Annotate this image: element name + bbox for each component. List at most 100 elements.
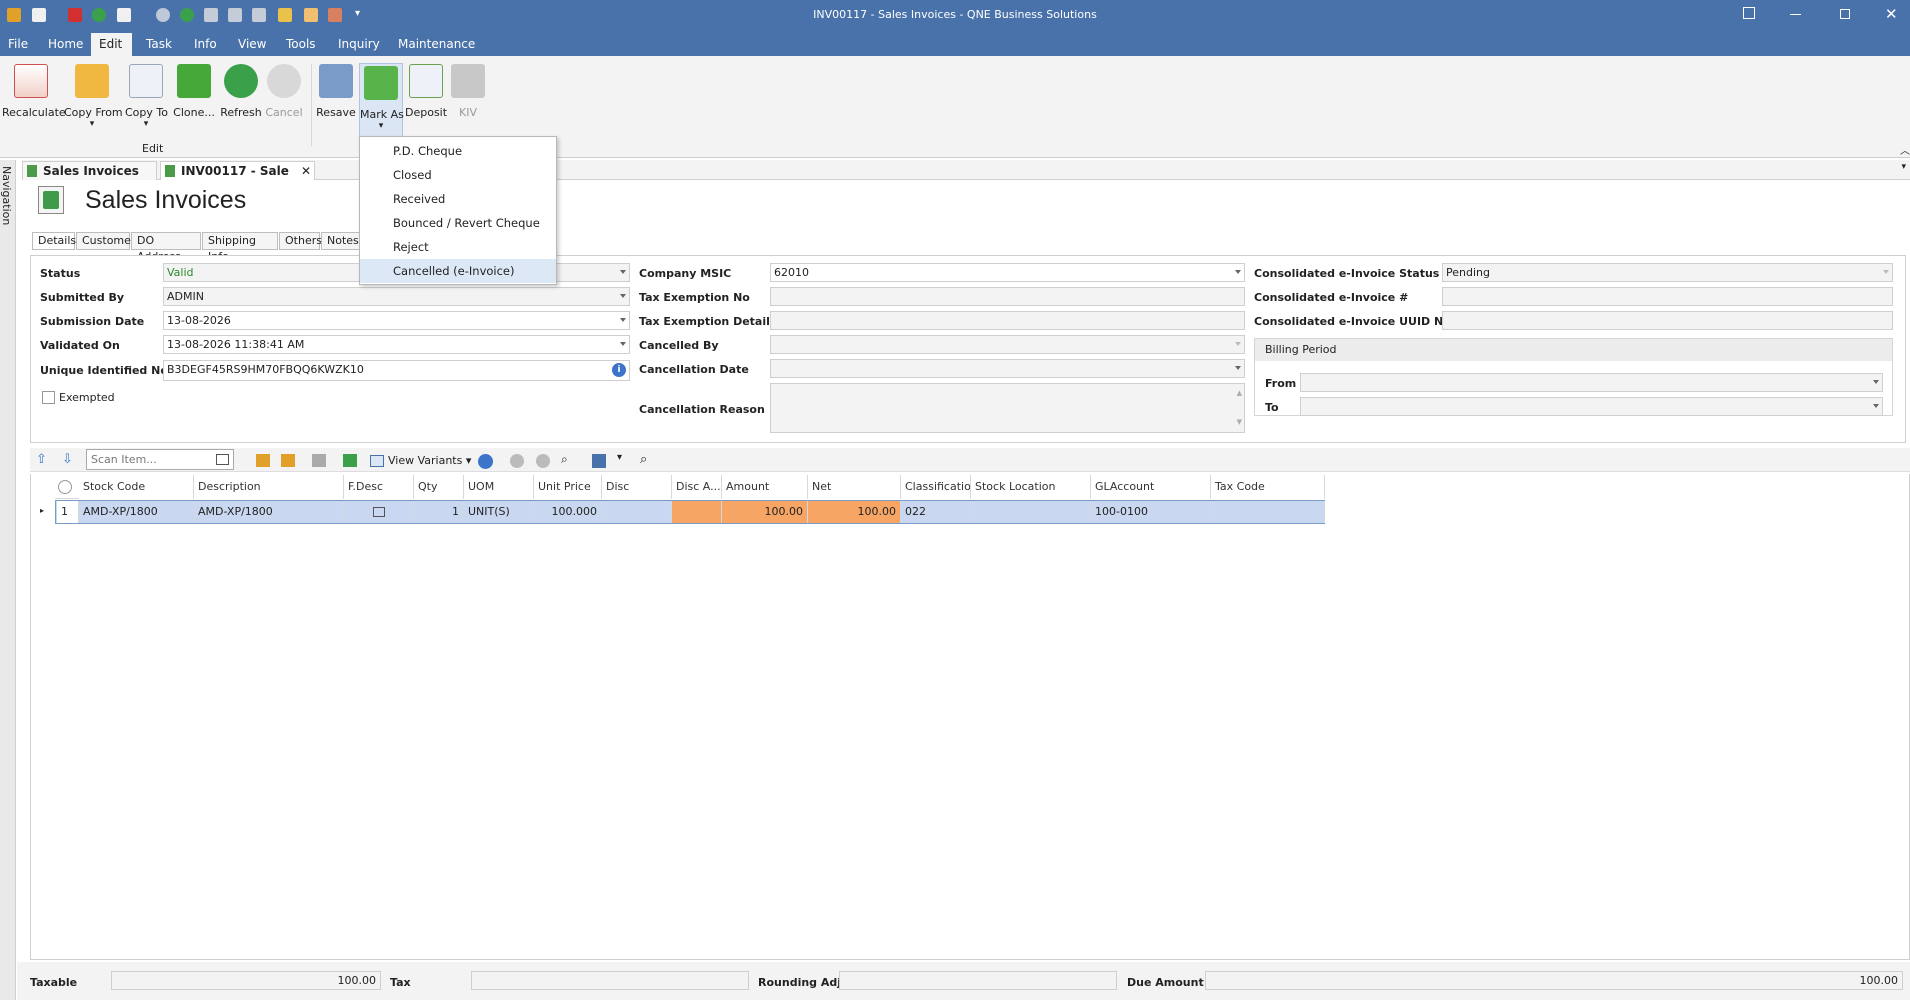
recalculate-button[interactable]: Recalculate xyxy=(2,64,66,144)
tab-inv00117[interactable]: INV00117 - Sale ✕ xyxy=(160,161,315,180)
col-disc-amt[interactable]: Disc A... xyxy=(672,475,722,499)
tax-exemption-no-field[interactable] xyxy=(770,287,1245,306)
cell-disc[interactable] xyxy=(602,501,672,523)
exempted-checkbox[interactable] xyxy=(42,391,55,404)
col-disc[interactable]: Disc xyxy=(602,475,672,499)
col-stock-code[interactable]: Stock Code xyxy=(79,475,194,499)
clone-button[interactable]: Clone... xyxy=(173,64,215,144)
tab-list-icon[interactable]: ▾ xyxy=(1901,162,1906,172)
cancellation-reason-field[interactable]: ▲ ▼ xyxy=(770,383,1245,433)
tab-others[interactable]: Others xyxy=(279,232,322,250)
menu-item-closed[interactable]: Closed xyxy=(360,163,556,187)
copy-row-icon[interactable] xyxy=(312,454,326,467)
tax-exemption-details-field[interactable] xyxy=(770,311,1245,330)
tab-sales-invoices[interactable]: Sales Invoices xyxy=(22,161,157,180)
row-select-all-icon[interactable] xyxy=(58,480,72,494)
navigation-pane[interactable]: Navigation xyxy=(0,160,16,1000)
col-qty[interactable]: Qty xyxy=(414,475,464,499)
menu-info[interactable]: Info xyxy=(186,33,225,56)
close-icon[interactable]: ✕ xyxy=(1885,5,1898,23)
col-uom[interactable]: UOM xyxy=(464,475,534,499)
scroll-up-icon[interactable]: ▲ xyxy=(1237,385,1242,402)
tab-details[interactable]: Details xyxy=(32,232,76,250)
consolidated-uuid-field xyxy=(1442,311,1893,330)
scan-item-input[interactable]: Scan Item... xyxy=(86,449,234,470)
prev-icon[interactable] xyxy=(510,454,524,468)
find-icon[interactable]: ⌕ xyxy=(561,452,568,467)
view-variants-button[interactable]: View Variants ▾ xyxy=(370,452,471,470)
menu-item-cancelled-einvoice[interactable]: Cancelled (e-Invoice) xyxy=(360,259,556,283)
minimize-icon[interactable] xyxy=(1790,14,1801,15)
close-tab-icon[interactable]: ✕ xyxy=(301,162,311,181)
resave-button[interactable]: Resave xyxy=(316,64,356,144)
cell-gl-account[interactable]: 100-0100 xyxy=(1091,501,1211,523)
next-icon[interactable] xyxy=(536,454,550,468)
save-layout-icon[interactable] xyxy=(592,454,606,468)
move-up-icon[interactable]: ⇧ xyxy=(36,452,47,467)
refresh-button[interactable]: Refresh xyxy=(220,64,262,144)
menu-file[interactable]: File xyxy=(0,33,36,56)
tab-notes[interactable]: Notes xyxy=(321,232,361,250)
copy-to-button[interactable]: Copy To ▾ xyxy=(125,64,168,144)
cell-stock-location[interactable] xyxy=(971,501,1091,523)
copy-from-button[interactable]: Copy From ▾ xyxy=(64,64,123,144)
menu-view[interactable]: View xyxy=(230,33,274,56)
scroll-down-icon[interactable]: ▼ xyxy=(1237,414,1242,431)
billing-from-field[interactable] xyxy=(1300,373,1883,392)
col-f-desc[interactable]: F.Desc xyxy=(344,475,414,499)
status-label: Status xyxy=(40,267,81,280)
cell-description[interactable]: AMD-XP/1800 xyxy=(194,501,344,523)
deposit-button[interactable]: Deposit xyxy=(405,64,447,144)
cell-f-desc[interactable] xyxy=(344,501,414,523)
tab-do-address[interactable]: DO Address xyxy=(131,232,201,263)
tab-shipping-info[interactable]: Shipping Info xyxy=(202,232,278,263)
cell-unit-price[interactable]: 100.000 xyxy=(534,501,602,523)
menu-item-pd-cheque[interactable]: P.D. Cheque xyxy=(360,139,556,163)
cell-stock-code[interactable]: AMD-XP/1800 xyxy=(79,501,194,523)
menu-item-reject[interactable]: Reject xyxy=(360,235,556,259)
col-amount[interactable]: Amount xyxy=(722,475,808,499)
cell-tax-code[interactable] xyxy=(1211,501,1325,523)
company-msic-field[interactable]: 62010 xyxy=(770,263,1245,282)
col-unit-price[interactable]: Unit Price xyxy=(534,475,602,499)
cell-amount[interactable]: 100.00 xyxy=(722,501,808,523)
col-tax-code[interactable]: Tax Code xyxy=(1211,475,1325,499)
col-classification[interactable]: Classification xyxy=(901,475,971,499)
menu-tools[interactable]: Tools xyxy=(278,33,324,56)
col-description[interactable]: Description xyxy=(194,475,344,499)
cell-classification[interactable]: 022 xyxy=(901,501,971,523)
cell-disc-amt[interactable] xyxy=(672,501,722,523)
info-icon[interactable]: i xyxy=(612,363,626,377)
menu-maintenance[interactable]: Maintenance xyxy=(390,33,483,56)
chevron-down-icon[interactable]: ▾ xyxy=(617,452,622,463)
col-net[interactable]: Net xyxy=(808,475,901,499)
zoom-icon[interactable]: ⌕ xyxy=(640,452,647,467)
col-gl-account[interactable]: GLAccount xyxy=(1091,475,1211,499)
package-icon[interactable] xyxy=(281,454,295,467)
tab-customer[interactable]: Customer xyxy=(76,232,135,250)
layout-icon[interactable] xyxy=(1743,7,1755,19)
box-icon[interactable] xyxy=(256,454,270,467)
menu-item-bounced[interactable]: Bounced / Revert Cheque xyxy=(360,211,556,235)
billing-to-field[interactable] xyxy=(1300,397,1883,416)
move-down-icon[interactable]: ⇩ xyxy=(62,452,73,467)
menu-edit[interactable]: Edit xyxy=(91,33,132,56)
cancel-button[interactable]: Cancel xyxy=(265,64,303,144)
mark-as-button[interactable]: Mark As ▾ xyxy=(359,63,404,139)
validated-on-field[interactable]: 13-08-2026 11:38:41 AM xyxy=(163,335,630,354)
cell-net[interactable]: 100.00 xyxy=(808,501,901,523)
col-stock-location[interactable]: Stock Location xyxy=(971,475,1091,499)
cell-uom[interactable]: UNIT(S) xyxy=(464,501,534,523)
submission-date-field[interactable]: 13-08-2026 xyxy=(163,311,630,330)
restore-icon[interactable] xyxy=(1840,9,1850,19)
uin-field[interactable]: B3DEGF45RS9HM70FBQQ6KWZK10 i xyxy=(163,360,630,381)
menu-item-received[interactable]: Received xyxy=(360,187,556,211)
collapse-ribbon-icon[interactable]: ︿ xyxy=(1900,142,1910,157)
kiv-button[interactable]: KIV xyxy=(450,64,486,144)
menu-task[interactable]: Task xyxy=(138,33,180,56)
export-grid-icon[interactable] xyxy=(343,454,357,467)
menu-inquiry[interactable]: Inquiry xyxy=(330,33,388,56)
menu-home[interactable]: Home xyxy=(40,33,91,56)
cell-qty[interactable]: 1 xyxy=(414,501,464,523)
sync-icon[interactable] xyxy=(478,454,493,469)
